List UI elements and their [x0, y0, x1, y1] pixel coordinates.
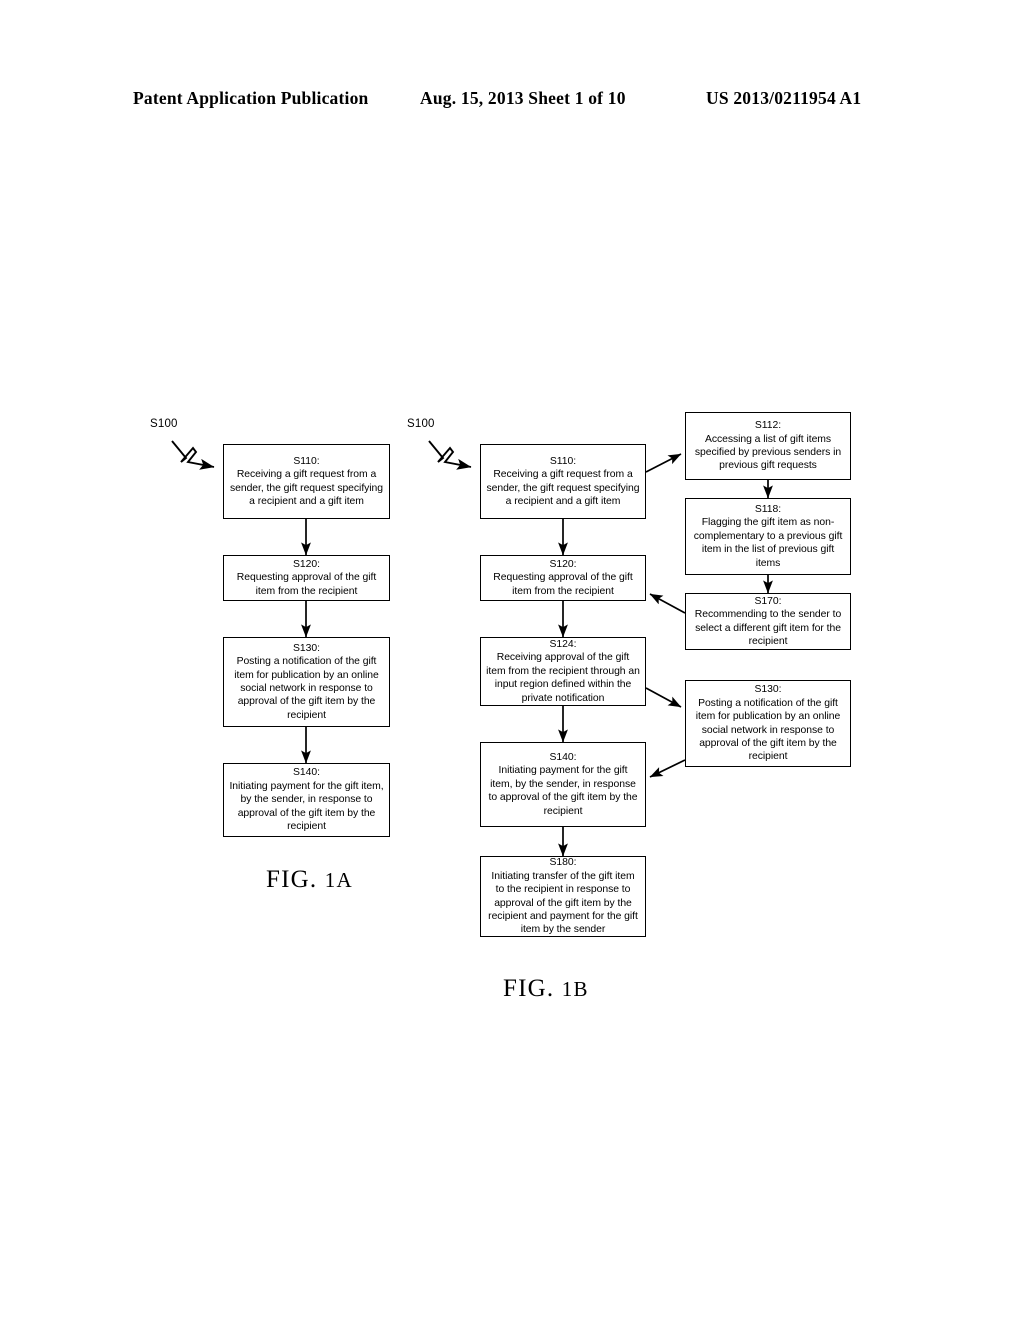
flow-box-s140-fig1a[interactable]: S140: Initiating payment for the gift ite… — [223, 763, 390, 837]
flow-box-text: S118: Flagging the gift item as non-compl… — [693, 503, 843, 569]
flow-box-text: S140: Initiating payment for the gift ite… — [229, 767, 384, 833]
figure-caption-prefix: FIG. — [503, 975, 562, 1002]
flow-box-text: S120: Requesting approval of the gift ite… — [236, 558, 377, 597]
figure-canvas: S100 S110: Receiving a gift request from … — [0, 0, 1024, 1320]
ref-arrow-1b — [428, 440, 472, 470]
flow-box-text: S120: Requesting approval of the gift ite… — [493, 558, 633, 597]
figure-caption-number: 1B — [561, 977, 589, 1001]
flow-box-text: S130: Posting a notification of the gift … — [234, 642, 379, 721]
flow-box-s120-fig1a[interactable]: S120: Requesting approval of the gift ite… — [223, 555, 390, 601]
flow-box-text: S180: Initiating transfer of the gift ite… — [488, 857, 638, 936]
flow-box-text: S110: Receiving a gift request from a sen… — [486, 455, 640, 507]
ref-label-s100-fig1a: S100 — [150, 418, 178, 430]
flow-box-text: S112: Accessing a list of gift items spec… — [694, 420, 842, 472]
arrow-1b-s110-to-s112 — [645, 453, 682, 473]
ref-label-s100-fig1b: S100 — [407, 418, 435, 430]
flow-box-s124-fig1b[interactable]: S124: Receiving approval of the gift item… — [480, 637, 646, 706]
flow-box-text: S130: Posting a notification of the gift … — [695, 684, 841, 763]
flow-box-text: S110: Receiving a gift request from a sen… — [229, 455, 384, 507]
ref-arrow-1a — [171, 440, 215, 470]
figure-caption-1a: FIG. 1A — [266, 866, 353, 894]
flow-box-s130-fig1a[interactable]: S130: Posting a notification of the gift … — [223, 637, 390, 727]
flow-box-text: S124: Receiving approval of the gift item… — [486, 638, 640, 704]
arrow-1b-s124-to-s130r — [645, 687, 682, 708]
flow-box-s180-fig1b[interactable]: S180: Initiating transfer of the gift ite… — [480, 856, 646, 937]
flow-box-s140-fig1b[interactable]: S140: Initiating payment for the gift ite… — [480, 742, 646, 827]
flow-box-s110-fig1a[interactable]: S110: Receiving a gift request from a sen… — [223, 444, 390, 519]
figure-caption-prefix: FIG. — [266, 866, 325, 893]
flow-box-text: S140: Initiating payment for the gift ite… — [488, 751, 638, 817]
flow-box-s118-fig1b[interactable]: S118: Flagging the gift item as non-compl… — [685, 498, 851, 575]
flow-box-s120-fig1b[interactable]: S120: Requesting approval of the gift ite… — [480, 555, 646, 601]
figure-caption-1b: FIG. 1B — [503, 975, 589, 1003]
flow-box-s170-fig1b[interactable]: S170: Recommending to the sender to selec… — [685, 593, 851, 650]
arrow-1b-s130r-to-s140 — [649, 759, 686, 778]
figure-caption-number: 1A — [324, 868, 353, 892]
flow-box-s112-fig1b[interactable]: S112: Accessing a list of gift items spec… — [685, 412, 851, 480]
flow-box-text: S170: Recommending to the sender to selec… — [694, 595, 842, 647]
arrow-1b-s170-to-s120 — [649, 593, 686, 614]
flow-box-s110-fig1b[interactable]: S110: Receiving a gift request from a sen… — [480, 444, 646, 519]
flow-box-s130-right-fig1b[interactable]: S130: Posting a notification of the gift … — [685, 680, 851, 767]
